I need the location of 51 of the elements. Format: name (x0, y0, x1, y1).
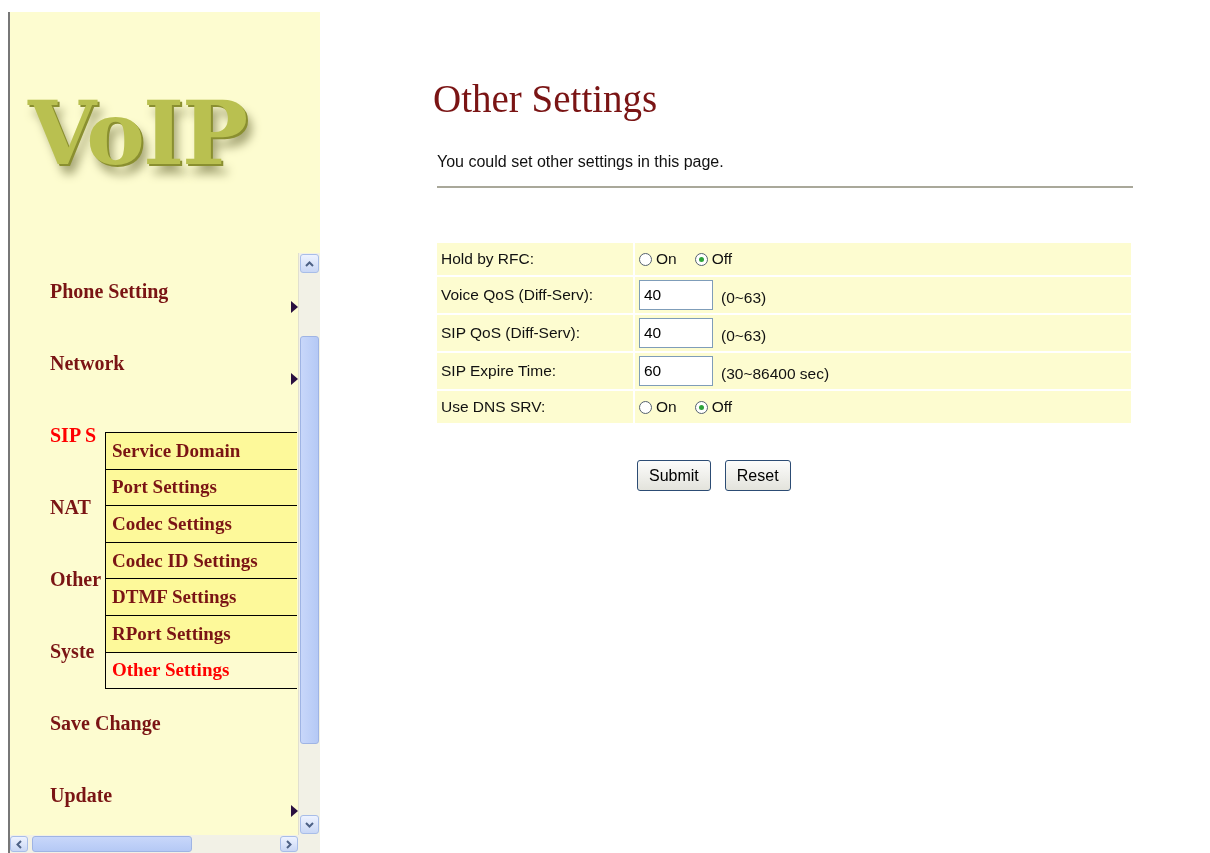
radio-button[interactable] (694, 252, 708, 266)
scroll-right-button[interactable] (280, 836, 298, 852)
range-hint: (0~63) (721, 327, 767, 345)
menu-item[interactable]: Save Change (50, 711, 161, 735)
radio-label[interactable]: On (656, 250, 677, 268)
radio-button[interactable] (694, 400, 708, 414)
voip-logo: VoIP (28, 88, 247, 177)
chevron-down-icon (305, 821, 314, 828)
submenu-item[interactable]: DTMF Settings (106, 579, 297, 616)
setting-label: Voice QoS (Diff-Serv): (441, 286, 594, 304)
menu-item[interactable]: SIP S (50, 423, 97, 447)
radio-label[interactable]: Off (711, 398, 733, 416)
submenu-item[interactable]: Port Settings (106, 469, 297, 507)
setting-label: Hold by RFC: (441, 250, 535, 268)
range-hint: (30~86400 sec) (721, 365, 830, 383)
radio-label[interactable]: On (656, 398, 677, 416)
input-field[interactable]: 40 (639, 280, 713, 310)
vertical-scrollbar[interactable] (298, 253, 320, 835)
submenu-item[interactable]: Codec ID Settings (106, 542, 297, 580)
chevron-up-icon (305, 260, 314, 267)
menu-item[interactable]: NAT (50, 495, 91, 519)
scroll-down-button[interactable] (300, 815, 319, 834)
range-hint: (0~63) (721, 289, 767, 307)
horizontal-scrollbar[interactable] (10, 835, 298, 853)
menu-item[interactable]: Update (50, 783, 113, 807)
submenu-item[interactable]: Service Domain (106, 433, 297, 470)
setting-label: SIP Expire Time: (441, 362, 557, 380)
submenu-item[interactable]: RPort Settings (106, 615, 297, 653)
form-button[interactable]: Submit (637, 460, 711, 491)
scrollbar-thumb[interactable] (32, 836, 192, 852)
scroll-up-button[interactable] (300, 254, 319, 273)
page-description: You could set other settings in this page. (437, 153, 724, 171)
radio-button[interactable] (639, 252, 652, 266)
radio-label[interactable]: Off (711, 250, 733, 268)
submenu-item[interactable]: Codec Settings (106, 506, 297, 543)
setting-label: Use DNS SRV: (441, 398, 546, 416)
scrollbar-corner (298, 835, 320, 853)
menu-item[interactable]: Syste (50, 639, 95, 663)
form-button[interactable]: Reset (724, 460, 791, 491)
input-field[interactable]: 40 (639, 318, 713, 348)
menu-item[interactable]: Network (50, 351, 125, 375)
chevron-right-icon (286, 839, 292, 849)
radio-button[interactable] (639, 400, 652, 414)
page-title: Other Settings (433, 76, 658, 123)
chevron-left-icon (16, 839, 22, 849)
input-field[interactable]: 60 (639, 356, 713, 386)
menu-item[interactable]: Other (50, 567, 102, 591)
scroll-left-button[interactable] (10, 836, 28, 852)
scrollbar-thumb[interactable] (300, 336, 319, 744)
menu-item[interactable]: Phone Setting (50, 279, 169, 303)
setting-label: SIP QoS (Diff-Serv): (441, 324, 580, 342)
